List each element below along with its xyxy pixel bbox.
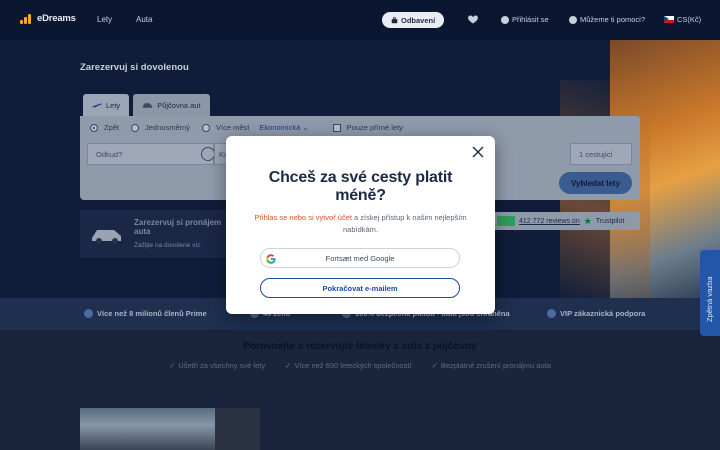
modal-description-rest: a získej přístup k našim nejlepším nabíd… — [342, 213, 467, 234]
email-continue-button[interactable]: Pokračovat e-mailem — [260, 278, 460, 298]
google-signin-button[interactable]: Fortsæt med Google — [260, 248, 460, 268]
modal-title: Chceš za své cesty platit méně? — [268, 169, 453, 204]
email-continue-label: Pokračovat e-mailem — [322, 283, 398, 293]
google-signin-label: Fortsæt med Google — [325, 253, 395, 263]
google-icon — [266, 254, 276, 264]
close-icon[interactable] — [472, 146, 484, 158]
signup-modal: Chceš za své cesty platit méně? Přihlas … — [226, 136, 495, 314]
modal-description: Přihlas se nebo si vytvoř účet a získej … — [246, 212, 475, 236]
signin-register-link[interactable]: Přihlas se nebo si vytvoř účet — [254, 213, 352, 222]
